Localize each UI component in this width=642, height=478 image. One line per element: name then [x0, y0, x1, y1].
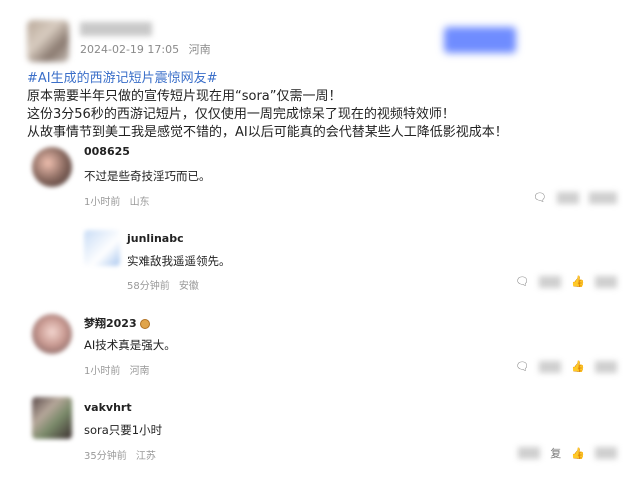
comment-icon[interactable]: 🗨: [533, 191, 547, 204]
comment-icon[interactable]: 🗨: [515, 360, 529, 373]
reply-count-blurred: [539, 275, 562, 288]
comment-meta: 35分钟前 江苏: [84, 447, 162, 462]
post-body: #AI生成的西游记短片震惊网友# 原本需要半年只做的宣传短片现在用“sora”仅…: [27, 70, 617, 142]
avatar[interactable]: [32, 314, 72, 354]
comment-time: 35分钟前: [84, 451, 127, 462]
reply-count-blurred[interactable]: [518, 447, 541, 459]
author-name-blurred[interactable]: [80, 22, 152, 36]
like-count-blurred: [595, 360, 617, 373]
commenter-name-text: 梦翔2023: [84, 317, 137, 330]
post-line-1: 原本需要半年只做的宣传短片现在用“sora”仅需一周！: [27, 89, 342, 104]
thumbs-up-icon[interactable]: 👍: [571, 360, 585, 373]
comment-time: 1小时前: [84, 366, 121, 377]
post-topic[interactable]: #AI生成的西游记短片震惊网友#: [27, 70, 617, 88]
reply-count-blurred: [539, 360, 562, 373]
comment-text: 不过是些奇技淫巧而已。: [84, 169, 211, 183]
like-count-blurred: [595, 447, 617, 459]
comment-item: 梦翔2023 AI技术真是强大。 1小时前 河南 🗨 👍: [27, 312, 617, 382]
post-location: 河南: [188, 43, 211, 56]
comment-actions: 🗨 👍: [515, 360, 617, 373]
reply-count-blurred: [557, 191, 579, 204]
comment-text: 实难敌我遥遥领先。: [127, 254, 231, 268]
comment-meta: 1小时前 山东: [84, 193, 156, 208]
level-badge-icon: [139, 319, 150, 329]
avatar[interactable]: [32, 397, 72, 439]
comment-time: 58分钟前: [127, 281, 170, 292]
avatar[interactable]: [84, 230, 120, 266]
like-count-blurred: [595, 275, 617, 288]
commenter-name[interactable]: 008625: [84, 145, 130, 158]
reply-label[interactable]: 复: [550, 445, 561, 461]
comment-location: 河南: [129, 366, 150, 377]
thumbs-up-icon[interactable]: 👍: [571, 275, 585, 288]
comment-meta: 1小时前 河南: [84, 362, 156, 377]
comment-time: 1小时前: [84, 197, 121, 208]
comment-item: junlinabc 实难敌我遥遥领先。 58分钟前 安徽 🗨 👍: [27, 230, 617, 292]
comment-actions: 🗨: [533, 191, 617, 204]
commenter-name[interactable]: vakvhrt: [84, 401, 132, 414]
comment-actions: 复 👍: [518, 445, 617, 461]
post-meta: 2024-02-19 17:05 河南: [80, 41, 217, 57]
post-line-3: 从故事情节到美工我是感觉不错的，AI以后可能真的会代替某些人工降低影视成本！: [27, 125, 508, 140]
author-avatar[interactable]: [27, 20, 69, 62]
like-count-blurred[interactable]: [589, 191, 617, 204]
comment-item: vakvhrt sora只要1小时 35分钟前 江苏 复 👍: [27, 397, 617, 467]
follow-button[interactable]: [444, 27, 516, 53]
comment-text: AI技术真是强大。: [84, 338, 176, 352]
commenter-name[interactable]: 梦翔2023: [84, 315, 150, 331]
commenter-name[interactable]: junlinabc: [127, 232, 184, 245]
comment-text: sora只要1小时: [84, 423, 163, 437]
comment-icon[interactable]: 🗨: [515, 275, 529, 288]
post-line-2: 这份3分56秒的西游记短片，仅仅使用一周完成惊呆了现在的视频特效师！: [27, 107, 455, 122]
thumbs-up-icon[interactable]: 👍: [571, 447, 585, 460]
comment-meta: 58分钟前 安徽: [127, 277, 205, 292]
comment-location: 山东: [129, 197, 150, 208]
comment-location: 安徽: [178, 281, 199, 292]
post-timestamp: 2024-02-19 17:05: [80, 43, 180, 56]
avatar[interactable]: [32, 147, 72, 187]
comment-item: 008625 不过是些奇技淫巧而已。 1小时前 山东 🗨: [27, 145, 617, 215]
comment-actions: 🗨 👍: [515, 275, 617, 288]
comment-location: 江苏: [135, 451, 156, 462]
